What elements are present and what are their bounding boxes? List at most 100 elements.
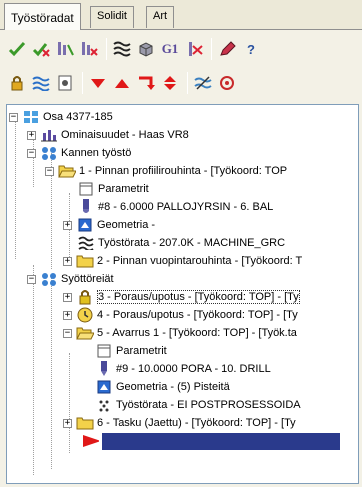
toolbar-top: G1 ? (6, 34, 264, 64)
insert-arrow-icon (81, 433, 99, 449)
insert-icon[interactable] (135, 72, 157, 94)
op5-geometry-label: Geometria - (5) Pisteitä (116, 381, 230, 393)
marker-icon[interactable] (54, 72, 76, 94)
folder-open-icon (58, 163, 76, 179)
toolpath-manager-panel: G1 ? − Osa 4377-185 + Ominaisuudet - Haa… (0, 30, 362, 487)
tree-item-op5-tool[interactable]: #9 - 10.0000 PORA - 10. DRILL (95, 359, 271, 379)
operations-tree[interactable]: − Osa 4377-185 + Ominaisuudet - Haas VR8… (6, 104, 359, 484)
tree-item-op1[interactable]: − 1 - Pinnan profiilirouhinta - [Työkoor… (45, 161, 287, 181)
op5-params-label: Parametrit (116, 345, 167, 357)
post-icon[interactable] (183, 38, 205, 60)
tab-bar: Työstöradat Solidit Art (0, 0, 362, 30)
tree-item-op5-params[interactable]: Parametrit (95, 341, 167, 361)
op1-toolpath-label: Työstörata - 207.0K - MACHINE_GRC (98, 237, 286, 249)
op1-geometry-label: Geometria - (97, 219, 156, 231)
toolbar-separator (82, 72, 83, 94)
toolpath-dots-icon (95, 397, 113, 413)
wave-icon[interactable] (30, 72, 52, 94)
toolbar-separator (211, 38, 212, 60)
tree-connector (51, 277, 52, 469)
backplot-icon[interactable] (192, 72, 214, 94)
collapse-toggle[interactable]: − (27, 148, 36, 158)
tree-item-root[interactable]: − Osa 4377-185 (9, 107, 113, 127)
op1-tool-label: #8 - 6.0000 PALLOJYRSIN - 6. BAL (98, 201, 274, 213)
tree-connector (33, 265, 34, 475)
drill-tool-icon (95, 361, 113, 377)
group2-label: Syöttöreiät (61, 273, 114, 285)
help-icon[interactable]: ? (240, 38, 262, 60)
toolpath-icon (77, 235, 95, 251)
expand-toggle[interactable]: + (63, 292, 72, 302)
sort-icon[interactable] (159, 72, 181, 94)
expand-toggle[interactable]: + (63, 220, 72, 230)
toolbar-separator (106, 38, 107, 60)
expand-toggle[interactable]: + (63, 310, 72, 320)
tab-toolpaths-label: Työstöradat (11, 11, 74, 25)
tree-item-op1-params[interactable]: Parametrit (77, 179, 149, 199)
folder-icon (76, 253, 94, 269)
lock-icon[interactable] (6, 72, 28, 94)
toolpath-display-icon[interactable] (111, 38, 133, 60)
parameters-icon (95, 343, 113, 359)
toolpath-delete-icon[interactable] (78, 38, 100, 60)
tree-item-op6[interactable]: + 6 - Tasku (Jaettu) - [Työkoord: TOP] -… (63, 413, 296, 433)
tree-item-op5-geometry[interactable]: Geometria - (5) Pisteitä (95, 377, 230, 397)
op5-tool-label: #9 - 10.0000 PORA - 10. DRILL (116, 363, 271, 375)
tree-insert-marker[interactable] (81, 431, 340, 451)
folder-icon (76, 415, 94, 431)
tab-solids-label: Solidit (97, 10, 127, 22)
tree-connector (69, 353, 70, 453)
operation-group-icon (40, 145, 58, 161)
tab-art[interactable]: Art (146, 6, 175, 28)
lock-folder-icon (76, 289, 94, 305)
properties-label: Ominaisuudet - Haas VR8 (61, 129, 189, 141)
operation-group-icon (40, 271, 58, 287)
expand-toggle[interactable]: + (27, 130, 36, 140)
clock-folder-icon (76, 307, 94, 323)
tab-solids[interactable]: Solidit (90, 6, 134, 28)
edit-pencil-icon[interactable] (216, 38, 238, 60)
tree-item-group1[interactable]: − Kannen työstö (27, 143, 131, 163)
op2-label: 2 - Pinnan vuopintarouhinta - [Työkoord:… (97, 255, 303, 267)
move-down-icon[interactable] (87, 72, 109, 94)
collapse-toggle[interactable]: − (45, 166, 54, 176)
verify-check-x-icon[interactable] (30, 38, 52, 60)
settings-icon[interactable] (216, 72, 238, 94)
tree-item-op4[interactable]: + 4 - Poraus/upotus - [Työkoord: TOP] - … (63, 305, 298, 325)
verify-check-icon[interactable] (6, 38, 28, 60)
op1-label: 1 - Pinnan profiilirouhinta - [Työkoord:… (79, 165, 288, 177)
move-up-icon[interactable] (111, 72, 133, 94)
collapse-toggle[interactable]: − (27, 274, 36, 284)
tree-item-op1-tool[interactable]: #8 - 6.0000 PALLOJYRSIN - 6. BAL (77, 197, 273, 217)
tree-item-op5-toolpath[interactable]: Työstörata - EI POSTPROSESSOIDA (95, 395, 301, 415)
tab-toolpaths[interactable]: Työstöradat (4, 3, 81, 30)
tab-art-label: Art (153, 10, 168, 22)
properties-chart-icon (40, 127, 58, 143)
tree-item-op1-toolpath[interactable]: Työstörata - 207.0K - MACHINE_GRC (77, 233, 285, 253)
tree-item-op1-geometry[interactable]: + Geometria - (63, 215, 155, 235)
ballmill-tool-icon (77, 199, 95, 215)
toolpath-select-icon[interactable] (54, 38, 76, 60)
insert-selection-bar[interactable] (102, 432, 340, 450)
expand-toggle[interactable]: + (63, 418, 72, 428)
stock-cube-icon[interactable] (135, 38, 157, 60)
toolbar-bottom (6, 68, 240, 98)
collapse-toggle[interactable]: − (9, 112, 18, 122)
expand-toggle[interactable]: + (63, 256, 72, 266)
folder-open-icon (76, 325, 94, 341)
collapse-toggle[interactable]: − (63, 328, 72, 338)
tree-item-op3[interactable]: + 3 - Poraus/upotus - [Työkoord: TOP] - … (63, 287, 300, 307)
tree-item-group2[interactable]: − Syöttöreiät (27, 269, 114, 289)
tree-connector (15, 117, 16, 259)
grid-part-icon (22, 109, 40, 125)
toolbar-separator (187, 72, 188, 94)
root-label: Osa 4377-185 (43, 111, 113, 123)
geometry-icon (95, 379, 113, 395)
op5-label: 5 - Avarrus 1 - [Työkoord: TOP] - [Työk.… (97, 327, 297, 339)
group1-label: Kannen työstö (61, 147, 132, 159)
op6-label: 6 - Tasku (Jaettu) - [Työkoord: TOP] - [… (97, 417, 296, 429)
tree-item-op5[interactable]: − 5 - Avarrus 1 - [Työkoord: TOP] - [Työ… (63, 323, 297, 343)
tree-item-properties[interactable]: + Ominaisuudet - Haas VR8 (27, 125, 189, 145)
gcode-icon[interactable]: G1 (159, 38, 181, 60)
tree-item-op2[interactable]: + 2 - Pinnan vuopintarouhinta - [Työkoor… (63, 251, 302, 271)
